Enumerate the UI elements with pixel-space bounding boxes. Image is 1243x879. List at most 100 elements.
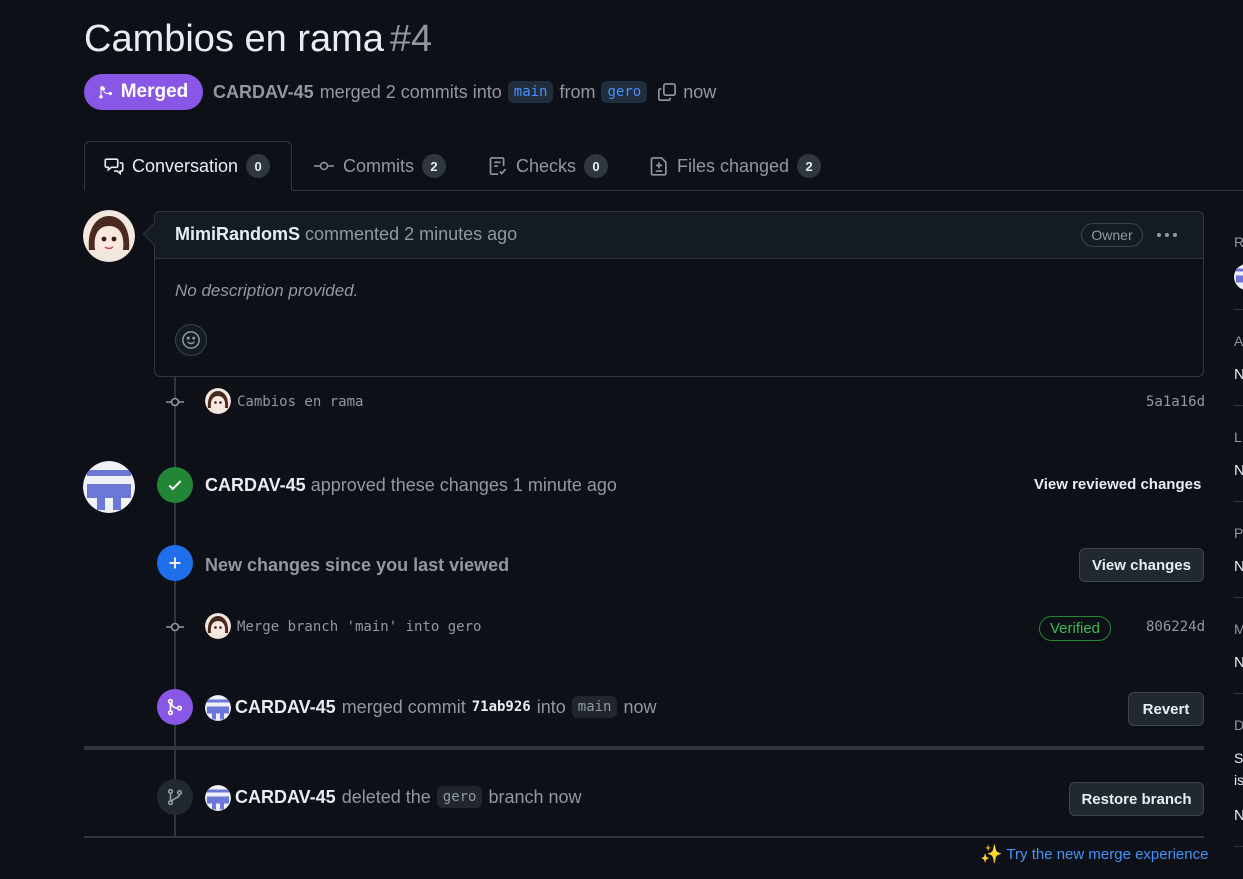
commit-icon xyxy=(166,393,184,411)
sidebar-divider xyxy=(1234,501,1243,502)
view-changes-button[interactable]: View changes xyxy=(1079,548,1204,582)
timeline-divider xyxy=(84,746,1204,750)
approval-text: approved these changes 1 minute ago xyxy=(310,475,617,495)
avatar[interactable] xyxy=(205,613,231,639)
tab-checks-count: 0 xyxy=(584,154,609,178)
tab-checks[interactable]: Checks 0 xyxy=(488,141,609,191)
owner-badge: Owner xyxy=(1081,223,1143,247)
commit-icon xyxy=(314,161,334,171)
pr-number: #4 xyxy=(389,18,433,60)
sidebar-value: N xyxy=(1234,558,1243,575)
sidebar-dev-text: is xyxy=(1234,772,1243,788)
sidebar-heading-development[interactable]: D xyxy=(1234,717,1243,733)
new-merge-experience-link[interactable]: ✨ Try the new merge experience xyxy=(980,844,1208,865)
tab-files-changed-label: Files changed xyxy=(677,155,790,176)
deleted-author-link[interactable]: CARDAV-45 xyxy=(235,787,336,808)
tab-files-changed[interactable]: Files changed 2 xyxy=(649,141,822,191)
sidebar-value: N xyxy=(1234,366,1243,383)
sidebar-divider xyxy=(1234,846,1243,847)
deleted-branch: gero xyxy=(436,786,483,808)
timeline-divider xyxy=(84,836,1204,838)
tab-commits-label: Commits xyxy=(343,155,414,176)
merged-time: now xyxy=(623,696,657,717)
branch-icon xyxy=(167,788,183,806)
deleted-text-suffix: branch now xyxy=(488,786,582,807)
commit-sha-link[interactable]: 5a1a16d xyxy=(1146,394,1205,410)
sidebar-divider xyxy=(1234,405,1243,406)
sidebar-heading-assignees[interactable]: A xyxy=(1234,333,1243,349)
merged-commit-sha-link[interactable]: 71ab926 xyxy=(472,699,531,715)
comment-action: commented 2 minutes ago xyxy=(305,224,518,244)
commit-message-link[interactable]: Cambios en rama xyxy=(237,394,363,410)
commit-message-link[interactable]: Merge branch 'main' into gero xyxy=(237,619,481,635)
pr-author-link[interactable]: CARDAV-45 xyxy=(213,82,314,103)
plus-icon xyxy=(169,557,181,569)
comment-icon xyxy=(104,158,124,176)
file-diff-icon xyxy=(650,157,667,176)
commit-sha-link[interactable]: 806224d xyxy=(1146,619,1205,635)
merged-event: CARDAV-45 merged commit 71ab926 into mai… xyxy=(235,692,657,722)
merged-author-link[interactable]: CARDAV-45 xyxy=(235,697,336,718)
pr-meta: CARDAV-45 merged 2 commits into main fro… xyxy=(213,78,716,106)
sidebar-heading-milestone[interactable]: M xyxy=(1234,621,1243,637)
checks-icon xyxy=(489,157,507,175)
comment-author-link[interactable]: MimiRandomS xyxy=(175,224,300,244)
comment-header-text: MimiRandomS commented 2 minutes ago xyxy=(175,224,517,245)
merge-icon xyxy=(167,698,183,716)
merge-text: merged 2 commits into xyxy=(319,81,502,102)
tab-commits-count: 2 xyxy=(422,154,446,178)
sidebar-divider xyxy=(1234,309,1243,310)
revert-button[interactable]: Revert xyxy=(1128,692,1204,726)
verified-badge[interactable]: Verified xyxy=(1039,616,1111,641)
approval-event: CARDAV-45 approved these changes 1 minut… xyxy=(205,475,617,496)
pr-title: Cambios en rama xyxy=(84,18,384,60)
sidebar-heading-reviewers[interactable]: R xyxy=(1234,234,1243,250)
merged-status-badge: Merged xyxy=(84,74,203,110)
merge-time: now xyxy=(683,81,717,102)
add-reaction-button[interactable] xyxy=(175,324,207,356)
avatar[interactable] xyxy=(83,210,135,262)
merged-status-label: Merged xyxy=(120,81,189,102)
restore-branch-button[interactable]: Restore branch xyxy=(1069,782,1204,816)
approved-event-icon xyxy=(157,467,193,503)
avatar[interactable] xyxy=(1234,264,1243,290)
sparkles-icon: ✨ xyxy=(980,844,1003,864)
merged-event-icon xyxy=(157,689,193,725)
page-title: Cambios en rama #4 xyxy=(84,18,432,61)
copy-icon[interactable] xyxy=(657,82,677,102)
merged-into-text: into xyxy=(536,696,566,717)
new-changes-event-icon xyxy=(157,545,193,581)
tab-conversation[interactable]: Conversation 0 xyxy=(104,141,271,191)
new-changes-text: New changes since you last viewed xyxy=(205,555,510,575)
sidebar-heading-projects[interactable]: P xyxy=(1234,525,1243,541)
tab-checks-label: Checks xyxy=(516,155,577,176)
tab-commits[interactable]: Commits 2 xyxy=(313,141,446,191)
smiley-icon xyxy=(182,331,200,349)
deleted-event: CARDAV-45 deleted the gero branch now xyxy=(235,782,582,812)
new-merge-experience-label: Try the new merge experience xyxy=(1006,846,1209,863)
merge-icon xyxy=(98,86,112,99)
sidebar-heading-labels[interactable]: L xyxy=(1234,429,1242,445)
avatar[interactable] xyxy=(205,695,231,721)
deleted-text: deleted the xyxy=(341,786,431,807)
merged-text: merged commit xyxy=(341,696,466,717)
avatar[interactable] xyxy=(83,461,135,513)
sidebar-divider xyxy=(1234,693,1243,694)
approval-author-link[interactable]: CARDAV-45 xyxy=(205,475,306,495)
avatar[interactable] xyxy=(205,785,231,811)
sidebar-dev-text: S xyxy=(1234,750,1243,766)
avatar[interactable] xyxy=(205,388,231,414)
sidebar-value: N xyxy=(1234,654,1243,671)
commit-icon xyxy=(166,618,184,636)
merged-base-branch[interactable]: main xyxy=(571,696,618,718)
sidebar-divider xyxy=(1234,597,1243,598)
tab-conversation-label: Conversation xyxy=(132,155,239,176)
comment-options-button[interactable] xyxy=(1155,225,1179,250)
kebab-icon xyxy=(1157,233,1177,237)
from-text: from xyxy=(559,81,596,102)
head-branch[interactable]: gero xyxy=(601,81,648,103)
base-branch[interactable]: main xyxy=(507,81,554,103)
sidebar-value: N xyxy=(1234,807,1243,824)
view-reviewed-changes-button[interactable]: View reviewed changes xyxy=(1034,476,1201,493)
tab-conversation-count: 0 xyxy=(246,154,271,178)
